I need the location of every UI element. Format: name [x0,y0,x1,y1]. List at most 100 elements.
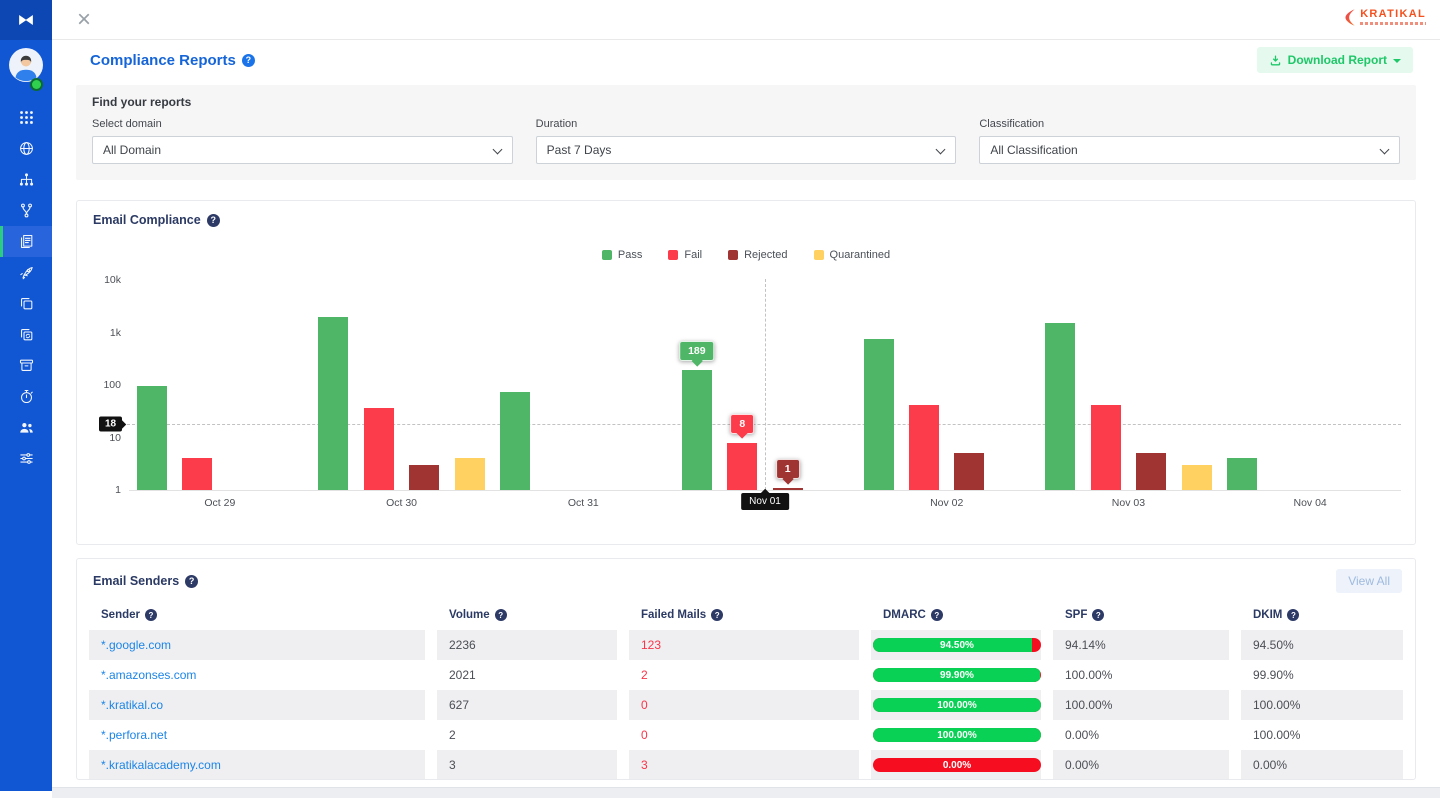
dkim-cell: 100.00% [1241,720,1403,750]
bar-pass-nov02[interactable] [864,339,894,490]
sidebar-item-copy-sync[interactable] [0,319,52,350]
sidebar-item-branch[interactable] [0,195,52,226]
bar-pass-oct31[interactable] [500,392,530,490]
senders-table-body: *.google.com223612394.50%94.14%94.50%*.a… [77,630,1415,780]
column-header-failed-mails[interactable]: Failed Mails? [629,601,859,630]
bar-rejected-oct30[interactable] [409,465,439,490]
help-icon[interactable]: ? [931,609,943,621]
dmarc-percent: 0.00% [873,758,1041,772]
legend-swatch [814,250,824,260]
tooltip-rejected: 1 [776,459,800,479]
sender-row: *.perfora.net20100.00%0.00%100.00% [89,720,1403,750]
failed-mails-cell: 3 [629,750,859,780]
horizontal-scrollbar-track[interactable] [52,787,1440,798]
column-header-volume[interactable]: Volume? [437,601,617,630]
apps-grid-icon [18,109,35,126]
y-axis-tick: 1k [77,327,121,339]
sidebar-item-stopwatch[interactable] [0,381,52,412]
download-report-button[interactable]: Download Report [1257,47,1413,73]
bar-pass-nov01[interactable] [682,370,712,490]
help-icon[interactable]: ? [1092,609,1104,621]
bar-fail-oct29[interactable] [182,458,212,490]
legend-item-fail[interactable]: Fail [668,249,702,261]
bar-fail-oct30[interactable] [364,408,394,490]
bar-pass-oct30[interactable] [318,317,348,490]
bar-quarantined-oct30[interactable] [455,458,485,490]
page-header: Compliance Reports ? Download Report [52,47,1440,73]
dmarc-cell: 100.00% [871,720,1041,750]
column-label: Failed Mails [641,609,706,621]
senders-table-header: Sender?Volume?Failed Mails?DMARC?SPF?DKI… [89,601,1403,630]
sidebar-item-archive[interactable] [0,350,52,381]
spf-cell: 94.14% [1053,630,1229,660]
help-icon[interactable]: ? [242,54,255,67]
classification-select[interactable]: All Classification [979,136,1400,164]
sender-row: *.kratikalacademy.com330.00%0.00%0.00% [89,750,1403,780]
legend-item-quarantined[interactable]: Quarantined [814,249,891,261]
dkim-cell: 94.50% [1241,630,1403,660]
bar-fail-nov02[interactable] [909,405,939,490]
sliders-icon [18,450,35,467]
dmarc-cell: 99.90% [871,660,1041,690]
column-header-dkim[interactable]: DKIM? [1241,601,1403,630]
bar-pass-nov04[interactable] [1227,458,1257,490]
sender-row: *.kratikal.co6270100.00%100.00%100.00% [89,690,1403,720]
legend-item-pass[interactable]: Pass [602,249,642,261]
help-icon[interactable]: ? [495,609,507,621]
sender-link[interactable]: *.kratikal.co [101,698,163,712]
sidebar-item-rocket[interactable] [0,257,52,288]
column-header-spf[interactable]: SPF? [1053,601,1229,630]
help-icon[interactable]: ? [1287,609,1299,621]
sender-row: *.amazonses.com2021299.90%100.00%99.90% [89,660,1403,690]
dmarc-cell: 0.00% [871,750,1041,780]
sender-link[interactable]: *.google.com [101,638,171,652]
godmarc-logo-icon[interactable] [0,0,52,40]
sender-link[interactable]: *.kratikalacademy.com [101,758,221,772]
help-icon[interactable]: ? [207,214,220,227]
bar-pass-nov03[interactable] [1045,323,1075,490]
bar-rejected-nov03[interactable] [1136,453,1166,490]
dmarc-percent: 94.50% [873,638,1041,652]
sender-link[interactable]: *.amazonses.com [101,668,196,682]
failed-mails-cell: 0 [629,720,859,750]
bar-quarantined-nov03[interactable] [1182,465,1212,490]
brand-name: KRATIKAL [1360,8,1426,20]
user-avatar[interactable] [9,48,43,82]
dmarc-progress-bar: 94.50% [873,638,1041,652]
column-header-dmarc[interactable]: DMARC? [871,601,1041,630]
sidebar-item-apps-grid[interactable] [0,102,52,133]
bar-fail-nov03[interactable] [1091,405,1121,490]
volume-cell: 627 [437,690,617,720]
help-icon[interactable]: ? [145,609,157,621]
help-icon[interactable]: ? [185,575,198,588]
sender-link[interactable]: *.perfora.net [101,728,167,742]
email-compliance-card: Email Compliance ? PassFailRejectedQuara… [76,200,1416,545]
page-title: Compliance Reports [90,52,236,69]
sidebar-item-users[interactable] [0,412,52,443]
sidebar-item-sitemap[interactable] [0,164,52,195]
column-label: SPF [1065,609,1087,621]
domain-select[interactable]: All Domain [92,136,513,164]
email-senders-card: Email Senders ? View All Sender?Volume?F… [76,558,1416,780]
failed-mails-cell: 123 [629,630,859,660]
sender-cell: *.google.com [89,630,425,660]
bar-pass-oct29[interactable] [137,386,167,490]
column-label: Volume [449,609,490,621]
column-header-sender[interactable]: Sender? [89,601,425,630]
bar-fail-nov01[interactable] [727,443,757,490]
column-label: DMARC [883,609,926,621]
close-icon[interactable]: × [77,10,91,30]
bar-rejected-nov01[interactable] [773,488,803,490]
bar-rejected-nov02[interactable] [954,453,984,490]
sidebar-item-copy[interactable] [0,288,52,319]
legend-label: Fail [684,249,702,261]
help-icon[interactable]: ? [711,609,723,621]
view-all-button[interactable]: View All [1336,569,1402,593]
legend-item-rejected[interactable]: Rejected [728,249,787,261]
spf-cell: 100.00% [1053,690,1229,720]
duration-select[interactable]: Past 7 Days [536,136,957,164]
sidebar-item-reports[interactable] [0,226,52,257]
sidebar-item-sliders[interactable] [0,443,52,474]
column-label: Sender [101,609,140,621]
sidebar-item-globe[interactable] [0,133,52,164]
